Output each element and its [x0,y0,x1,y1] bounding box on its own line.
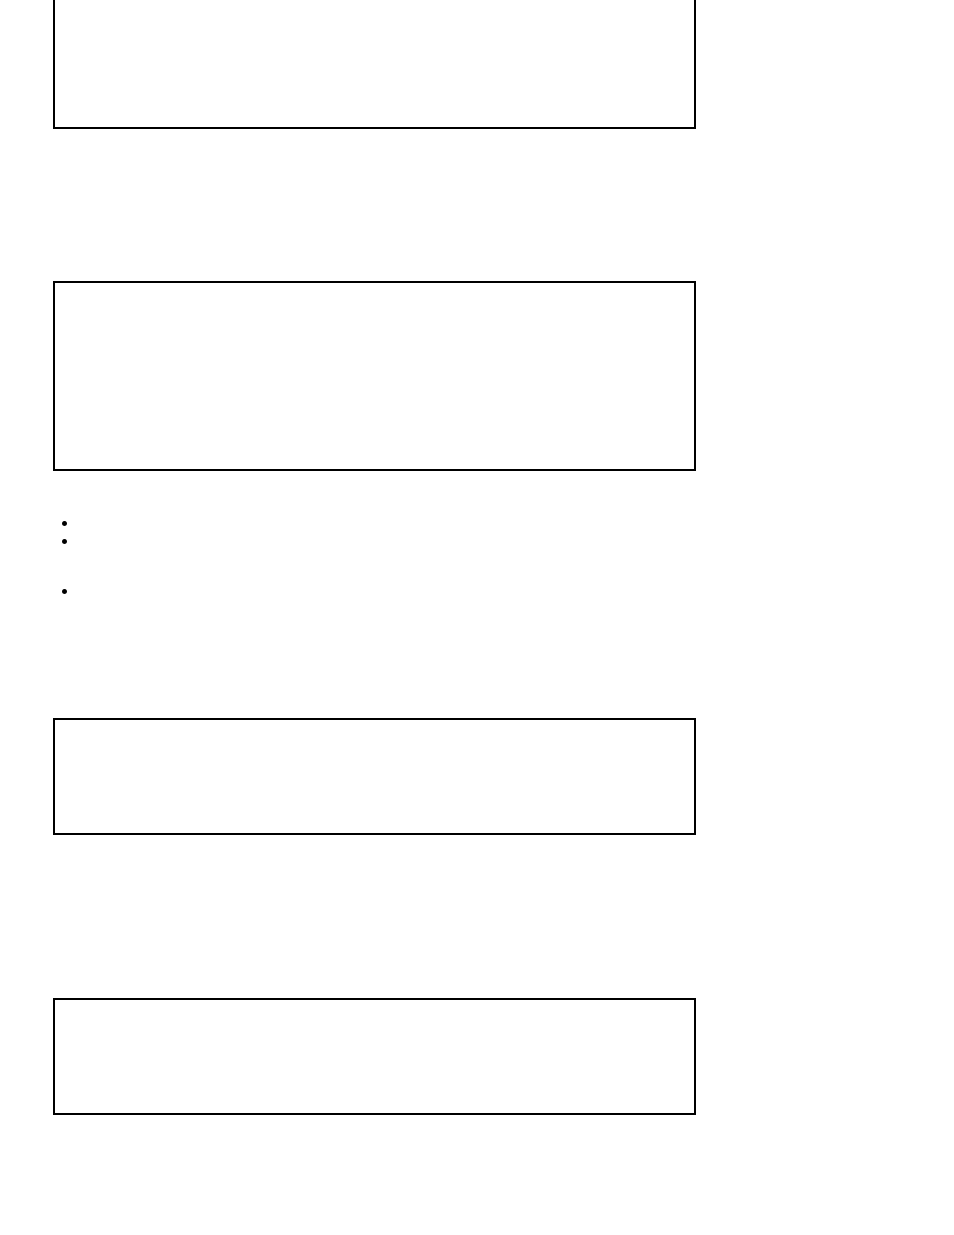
bullet-icon [62,589,67,594]
outlined-box-3 [53,718,696,835]
outlined-box-1 [53,0,696,129]
outlined-box-4 [53,998,696,1115]
page-container [0,0,954,1235]
outlined-box-2 [53,281,696,471]
bullet-icon [62,539,67,544]
bullet-icon [62,521,67,526]
